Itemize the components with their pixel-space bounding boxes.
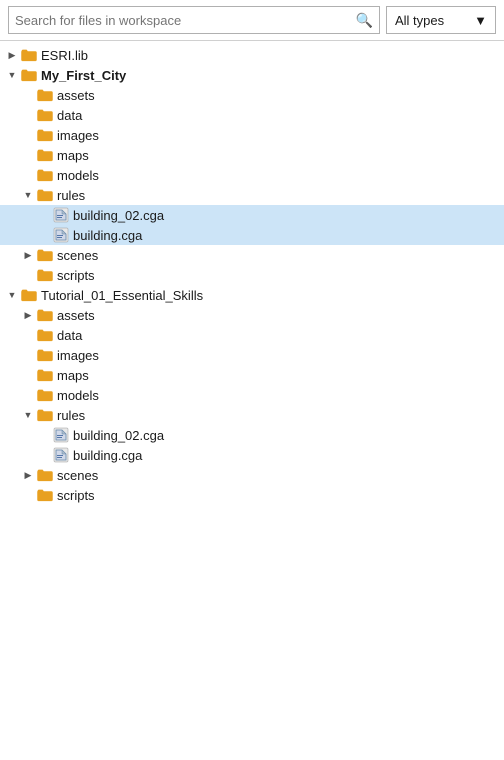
- tree-item-t01-data[interactable]: ▶ data: [0, 325, 504, 345]
- folder-icon: [36, 107, 54, 123]
- expander-icon[interactable]: ▶: [20, 467, 36, 483]
- chevron-down-icon: ▼: [474, 13, 487, 28]
- item-label: rules: [57, 188, 85, 203]
- cga-file-icon: [52, 427, 70, 443]
- tree-item-mfc-assets[interactable]: ▶ assets: [0, 85, 504, 105]
- workspace-panel: 🔍 All types ▼ ▶ ESRI.lib▼ My_First_City▶…: [0, 0, 504, 509]
- type-dropdown[interactable]: All types ▼: [386, 6, 496, 34]
- expander-icon[interactable]: ▼: [4, 67, 20, 83]
- folder-icon: [20, 287, 38, 303]
- tree-item-t01-scripts[interactable]: ▶ scripts: [0, 485, 504, 505]
- item-label: scenes: [57, 468, 98, 483]
- item-label: scripts: [57, 268, 95, 283]
- search-box[interactable]: 🔍: [8, 6, 380, 34]
- tree-item-t01-maps[interactable]: ▶ maps: [0, 365, 504, 385]
- toolbar: 🔍 All types ▼: [0, 0, 504, 41]
- tree-item-mfc-maps[interactable]: ▶ maps: [0, 145, 504, 165]
- folder-icon: [36, 307, 54, 323]
- tree-item-t01-images[interactable]: ▶ images: [0, 345, 504, 365]
- item-label: assets: [57, 308, 95, 323]
- item-label: models: [57, 388, 99, 403]
- expander-icon[interactable]: ▶: [4, 47, 20, 63]
- tree-item-t01-building[interactable]: ▶ building.cga: [0, 445, 504, 465]
- folder-icon: [36, 167, 54, 183]
- item-label: images: [57, 128, 99, 143]
- search-icon: 🔍: [356, 12, 373, 29]
- folder-icon: [36, 147, 54, 163]
- tree-item-t01-models[interactable]: ▶ models: [0, 385, 504, 405]
- cga-file-icon: [52, 447, 70, 463]
- expander-icon[interactable]: ▼: [4, 287, 20, 303]
- tree-item-esri-lib[interactable]: ▶ ESRI.lib: [0, 45, 504, 65]
- tree-item-tutorial01[interactable]: ▼ Tutorial_01_Essential_Skills: [0, 285, 504, 305]
- folder-icon: [36, 327, 54, 343]
- item-label: ESRI.lib: [41, 48, 88, 63]
- item-label: maps: [57, 148, 89, 163]
- folder-icon: [36, 347, 54, 363]
- item-label: scenes: [57, 248, 98, 263]
- expander-icon[interactable]: ▼: [20, 407, 36, 423]
- folder-icon: [20, 47, 38, 63]
- folder-icon: [36, 407, 54, 423]
- item-label: assets: [57, 88, 95, 103]
- tree-item-mfc-data[interactable]: ▶ data: [0, 105, 504, 125]
- item-label: rules: [57, 408, 85, 423]
- item-label: models: [57, 168, 99, 183]
- tree-item-t01-rules[interactable]: ▼ rules: [0, 405, 504, 425]
- item-label: building_02.cga: [73, 428, 164, 443]
- folder-icon: [36, 267, 54, 283]
- item-label: building.cga: [73, 228, 142, 243]
- folder-icon: [36, 387, 54, 403]
- tree-item-mfc-building02[interactable]: ▶ building_02.cga: [0, 205, 504, 225]
- folder-icon: [36, 187, 54, 203]
- folder-icon: [20, 67, 38, 83]
- cga-file-icon: [52, 207, 70, 223]
- folder-icon: [36, 467, 54, 483]
- tree-item-t01-assets[interactable]: ▶ assets: [0, 305, 504, 325]
- tree-item-mfc-scripts[interactable]: ▶ scripts: [0, 265, 504, 285]
- tree-item-mfc-rules[interactable]: ▼ rules: [0, 185, 504, 205]
- tree-item-mfc-models[interactable]: ▶ models: [0, 165, 504, 185]
- item-label: building.cga: [73, 448, 142, 463]
- item-label: My_First_City: [41, 68, 126, 83]
- folder-icon: [36, 87, 54, 103]
- tree-item-mfc-scenes[interactable]: ▶ scenes: [0, 245, 504, 265]
- item-label: scripts: [57, 488, 95, 503]
- folder-icon: [36, 127, 54, 143]
- folder-icon: [36, 367, 54, 383]
- tree-item-t01-building02[interactable]: ▶ building_02.cga: [0, 425, 504, 445]
- expander-icon[interactable]: ▶: [20, 307, 36, 323]
- item-label: data: [57, 328, 82, 343]
- item-label: maps: [57, 368, 89, 383]
- tree-item-mfc-building[interactable]: ▶ building.cga: [0, 225, 504, 245]
- tree-item-mfc-images[interactable]: ▶ images: [0, 125, 504, 145]
- cga-file-icon: [52, 227, 70, 243]
- folder-icon: [36, 247, 54, 263]
- item-label: Tutorial_01_Essential_Skills: [41, 288, 203, 303]
- item-label: data: [57, 108, 82, 123]
- type-label: All types: [395, 13, 444, 28]
- expander-icon[interactable]: ▼: [20, 187, 36, 203]
- folder-icon: [36, 487, 54, 503]
- tree-item-my-first-city[interactable]: ▼ My_First_City: [0, 65, 504, 85]
- search-input[interactable]: [15, 13, 352, 28]
- file-tree: ▶ ESRI.lib▼ My_First_City▶ assets▶ data▶…: [0, 41, 504, 509]
- item-label: images: [57, 348, 99, 363]
- tree-item-t01-scenes[interactable]: ▶ scenes: [0, 465, 504, 485]
- item-label: building_02.cga: [73, 208, 164, 223]
- expander-icon[interactable]: ▶: [20, 247, 36, 263]
